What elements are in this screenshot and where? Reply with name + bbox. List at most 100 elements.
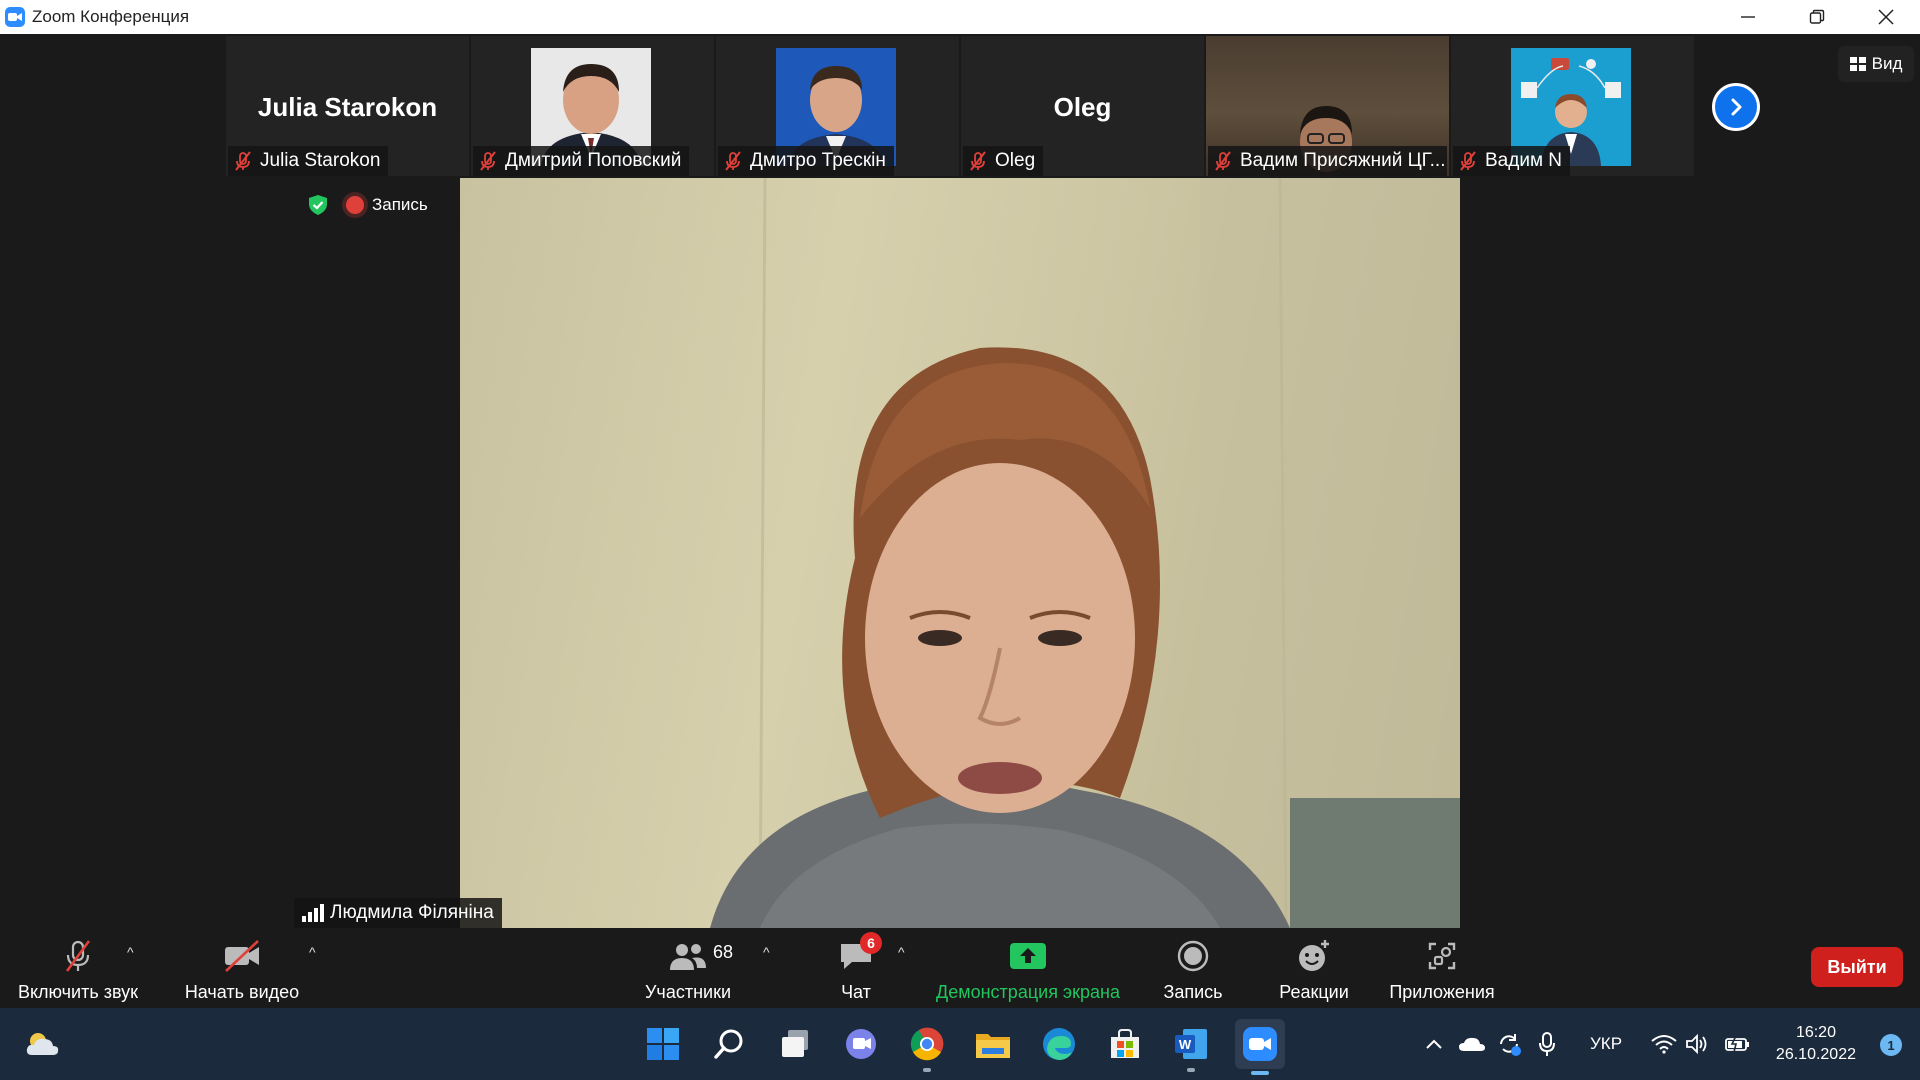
thumbnail-dmitriy-popovskiy[interactable]: Дмитрий Поповский: [471, 36, 714, 176]
recording-label: Запись: [372, 195, 428, 214]
svg-text:W: W: [1179, 1037, 1192, 1052]
chat-label: Чат: [841, 982, 871, 1002]
participant-name: Вадим N: [1485, 150, 1563, 171]
unmute-label: Включить звук: [17, 982, 139, 1002]
mic-muted-icon: [65, 940, 91, 972]
start-icon[interactable]: [641, 1022, 685, 1066]
apps-label: Приложения: [1389, 982, 1495, 1002]
apps-icon: [1428, 942, 1456, 970]
record-icon: [1177, 940, 1209, 972]
thumbnail-dmytro-treskin[interactable]: Дмитро Трескін: [716, 36, 959, 176]
chevron-right-icon: [1731, 98, 1742, 116]
view-button-label: Вид: [1871, 54, 1903, 73]
speaker-video-frame: [710, 178, 1460, 928]
word-icon[interactable]: W: [1169, 1022, 1213, 1072]
mic-muted-icon: [970, 151, 986, 171]
edge-icon[interactable]: [1037, 1022, 1081, 1066]
participants-count: 68: [713, 942, 734, 962]
meeting-controls-toolbar: Включить звук ^ Начать видео ^ Участники…: [0, 928, 1920, 1008]
sync-icon[interactable]: [1496, 1008, 1522, 1080]
clock-time: 16:20: [1795, 1024, 1836, 1041]
window-title: Zoom Конференция: [32, 7, 190, 26]
shield-check-icon[interactable]: [306, 193, 330, 217]
restore-button[interactable]: [1782, 0, 1851, 34]
thumbnail-oleg[interactable]: Oleg Oleg: [961, 36, 1204, 176]
microphone-in-use-icon[interactable]: [1538, 1008, 1556, 1080]
minimize-button[interactable]: [1713, 0, 1782, 34]
participant-name: Дмитрий Поповский: [505, 150, 682, 171]
chat-unread-badge: 6: [860, 932, 882, 954]
clock[interactable]: 16:20 26.10.2022: [1776, 1022, 1856, 1066]
thumbnail-display-name: Julia Starokon: [257, 92, 438, 122]
reactions-label: Реакции: [1279, 982, 1349, 1002]
participant-name: Вадим Присяжний ЦГ...: [1240, 150, 1446, 171]
wifi-icon[interactable]: [1651, 1008, 1677, 1080]
mic-muted-icon: [1215, 151, 1231, 171]
search-icon[interactable]: [707, 1022, 751, 1066]
restore-icon: [1809, 9, 1824, 24]
reactions-button[interactable]: Реакции: [1272, 928, 1356, 1008]
participant-name: Julia Starokon: [260, 150, 381, 171]
show-hidden-icons-button[interactable]: [1424, 1008, 1444, 1080]
unmute-button[interactable]: Включить звук: [14, 928, 142, 1008]
speaker-name: Людмила Філяніна: [330, 902, 494, 923]
close-button[interactable]: [1851, 0, 1920, 34]
weather-widget-icon[interactable]: [20, 1022, 64, 1066]
mic-muted-icon: [480, 151, 496, 171]
active-speaker-video[interactable]: [460, 178, 1460, 928]
recording-indicator-icon: [346, 196, 364, 214]
audio-options-caret-icon[interactable]: ^: [127, 944, 134, 960]
participant-name: Oleg: [995, 150, 1036, 171]
meeting-area: Julia Starokon Julia Starokon Дмитрий По…: [0, 34, 1920, 928]
onedrive-icon[interactable]: [1458, 1008, 1486, 1080]
chat-options-caret-icon[interactable]: ^: [898, 944, 905, 960]
record-label: Запись: [1163, 982, 1223, 1002]
minimize-icon: [1740, 16, 1755, 18]
signal-strength-icon: [302, 904, 324, 922]
title-bar: Zoom Конференция: [0, 0, 1920, 34]
participants-button[interactable]: Участники: [640, 928, 736, 1008]
clock-date: 26.10.2022: [1775, 1046, 1856, 1063]
participant-thumbnail-strip: Julia Starokon Julia Starokon Дмитрий По…: [226, 36, 1694, 176]
share-screen-icon: [1010, 943, 1046, 969]
thumbnail-display-name: Oleg: [1053, 92, 1112, 122]
thumbnail-vadym-n[interactable]: Вадим N: [1451, 36, 1694, 176]
windows-taskbar: W УКР 16:20 26.10.2022 1: [0, 1008, 1920, 1080]
teams-chat-icon[interactable]: [839, 1022, 883, 1066]
chevron-up-icon: [1426, 1039, 1442, 1049]
chrome-icon[interactable]: [905, 1022, 949, 1072]
mic-muted-icon: [725, 151, 741, 171]
participant-name: Дмитро Трескін: [750, 150, 886, 171]
participants-label: Участники: [645, 982, 731, 1002]
mic-muted-icon: [1460, 151, 1476, 171]
active-speaker-label: Людмила Філяніна: [294, 898, 502, 928]
grid-view-icon: [1849, 57, 1866, 71]
volume-icon[interactable]: [1685, 1008, 1709, 1080]
share-screen-button[interactable]: Демонстрация экрана: [930, 928, 1126, 1008]
thumbnail-julia-starokon[interactable]: Julia Starokon Julia Starokon: [226, 36, 469, 176]
reactions-icon: [1299, 940, 1329, 971]
view-button[interactable]: Вид: [1838, 46, 1914, 82]
video-options-caret-icon[interactable]: ^: [309, 944, 316, 960]
notification-count-badge[interactable]: 1: [1880, 1034, 1902, 1056]
record-button[interactable]: Запись: [1158, 928, 1228, 1008]
zoom-icon[interactable]: [1235, 1019, 1285, 1075]
start-video-label: Начать видео: [184, 982, 300, 1002]
close-icon: [1877, 9, 1894, 25]
file-explorer-icon[interactable]: [971, 1022, 1015, 1066]
task-view-icon[interactable]: [773, 1022, 817, 1066]
zoom-logo-icon: [5, 7, 25, 27]
keyboard-language[interactable]: УКР: [1590, 1008, 1622, 1080]
thumbnail-vadym-prysiazhnyi[interactable]: Вадим Присяжний ЦГ...: [1206, 36, 1449, 176]
leave-meeting-button[interactable]: Выйти: [1811, 947, 1903, 987]
video-off-icon: [225, 940, 259, 972]
start-video-button[interactable]: Начать видео: [180, 928, 304, 1008]
next-page-button[interactable]: [1712, 83, 1760, 131]
apps-button[interactable]: Приложения: [1384, 928, 1500, 1008]
battery-charging-icon[interactable]: [1724, 1008, 1750, 1080]
participants-options-caret-icon[interactable]: ^: [763, 944, 770, 960]
store-icon[interactable]: [1103, 1022, 1147, 1066]
participants-icon: [670, 944, 706, 970]
share-screen-label: Демонстрация экрана: [936, 982, 1120, 1002]
meeting-status: Запись: [306, 193, 428, 217]
